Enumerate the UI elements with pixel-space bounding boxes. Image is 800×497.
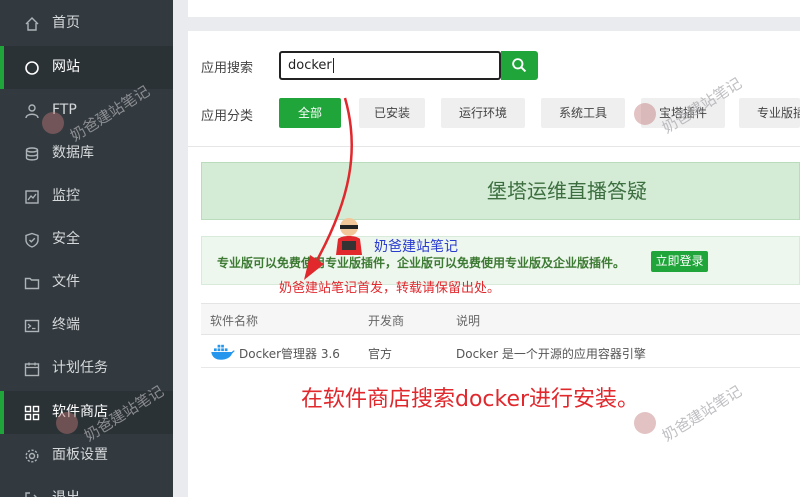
sidebar-item-label: 网站 (52, 59, 80, 75)
row-divider (201, 367, 800, 368)
logout-icon (25, 492, 37, 497)
category-label: 应用分类 (201, 109, 254, 124)
home-icon (25, 17, 39, 31)
search-input[interactable]: docker (279, 51, 501, 80)
divider (188, 146, 800, 147)
category-pro-plugins[interactable]: 专业版插 (739, 98, 800, 128)
app-name[interactable]: Docker管理器 3.6 (239, 345, 340, 362)
folder-icon (24, 277, 40, 290)
top-panel (188, 0, 800, 17)
sidebar-item-label: 终端 (52, 317, 80, 333)
search-label: 应用搜索 (201, 61, 254, 76)
sidebar-item-home[interactable]: 首页 (0, 2, 173, 45)
sidebar-item-label: 计划任务 (52, 360, 108, 376)
globe-icon (25, 61, 39, 75)
sidebar-item-label: 文件 (52, 274, 80, 290)
sidebar-item-settings[interactable]: 面板设置 (0, 434, 173, 477)
search-button[interactable] (501, 51, 538, 80)
sidebar-item-label: 退出 (52, 489, 80, 497)
category-all[interactable]: 全部 (279, 98, 341, 128)
gear-icon (25, 449, 39, 463)
category-system-tools[interactable]: 系统工具 (541, 98, 625, 128)
instruction-annotation: 在软件商店搜索docker进行安装。 (301, 387, 640, 412)
sidebar-item-label: 首页 (52, 15, 80, 31)
sidebar-item-terminal[interactable]: 终端 (0, 304, 173, 347)
sidebar-item-security[interactable]: 安全 (0, 218, 173, 261)
search-input-value: docker (288, 58, 332, 73)
shield-icon (25, 232, 39, 248)
watermark-face (634, 103, 656, 125)
pro-notice-text: 专业版可以免费使用专业版插件，企业版可以免费使用专业版及企业版插件。 (217, 256, 626, 270)
ftp-user-icon (25, 104, 39, 119)
sidebar-item-monitor[interactable]: 监控 (0, 175, 173, 218)
grid-apps-icon (24, 405, 40, 421)
sidebar-item-website[interactable]: 网站 (0, 46, 173, 89)
database-icon (25, 147, 39, 161)
watermark-face (56, 412, 78, 434)
category-installed[interactable]: 已安装 (359, 98, 425, 128)
docker-whale-icon (211, 344, 235, 360)
login-button[interactable]: 立即登录 (651, 251, 708, 272)
watermark-label: 奶爸建站笔记 (374, 239, 458, 255)
calendar-icon (24, 362, 40, 377)
first-post-note: 奶爸建站笔记首发，转载请保留出处。 (279, 281, 501, 296)
sidebar-item-files[interactable]: 文件 (0, 261, 173, 304)
live-qa-banner[interactable]: 堡塔运维直播答疑 (201, 162, 800, 220)
table-header (201, 303, 800, 335)
app-description: Docker 是一个开源的应用容器引擎 (456, 347, 646, 361)
sidebar-item-label: 数据库 (52, 145, 94, 161)
watermark-face (42, 112, 64, 134)
sidebar-item-label: 面板设置 (52, 447, 108, 463)
column-header-description: 说明 (456, 314, 481, 328)
sidebar-item-label: 安全 (52, 231, 80, 247)
search-icon (512, 58, 527, 73)
watermark-face (634, 412, 656, 434)
monitor-chart-icon (25, 190, 39, 204)
mascot-logo (330, 215, 368, 255)
sidebar-item-logout[interactable]: 退出 (0, 477, 173, 497)
column-header-name: 软件名称 (210, 314, 259, 328)
column-header-developer: 开发商 (368, 314, 405, 328)
terminal-icon (24, 319, 40, 333)
category-runtime[interactable]: 运行环境 (441, 98, 525, 128)
app-developer: 官方 (368, 347, 393, 361)
sidebar-item-label: 监控 (52, 188, 80, 204)
sidebar-item-cron[interactable]: 计划任务 (0, 347, 173, 390)
